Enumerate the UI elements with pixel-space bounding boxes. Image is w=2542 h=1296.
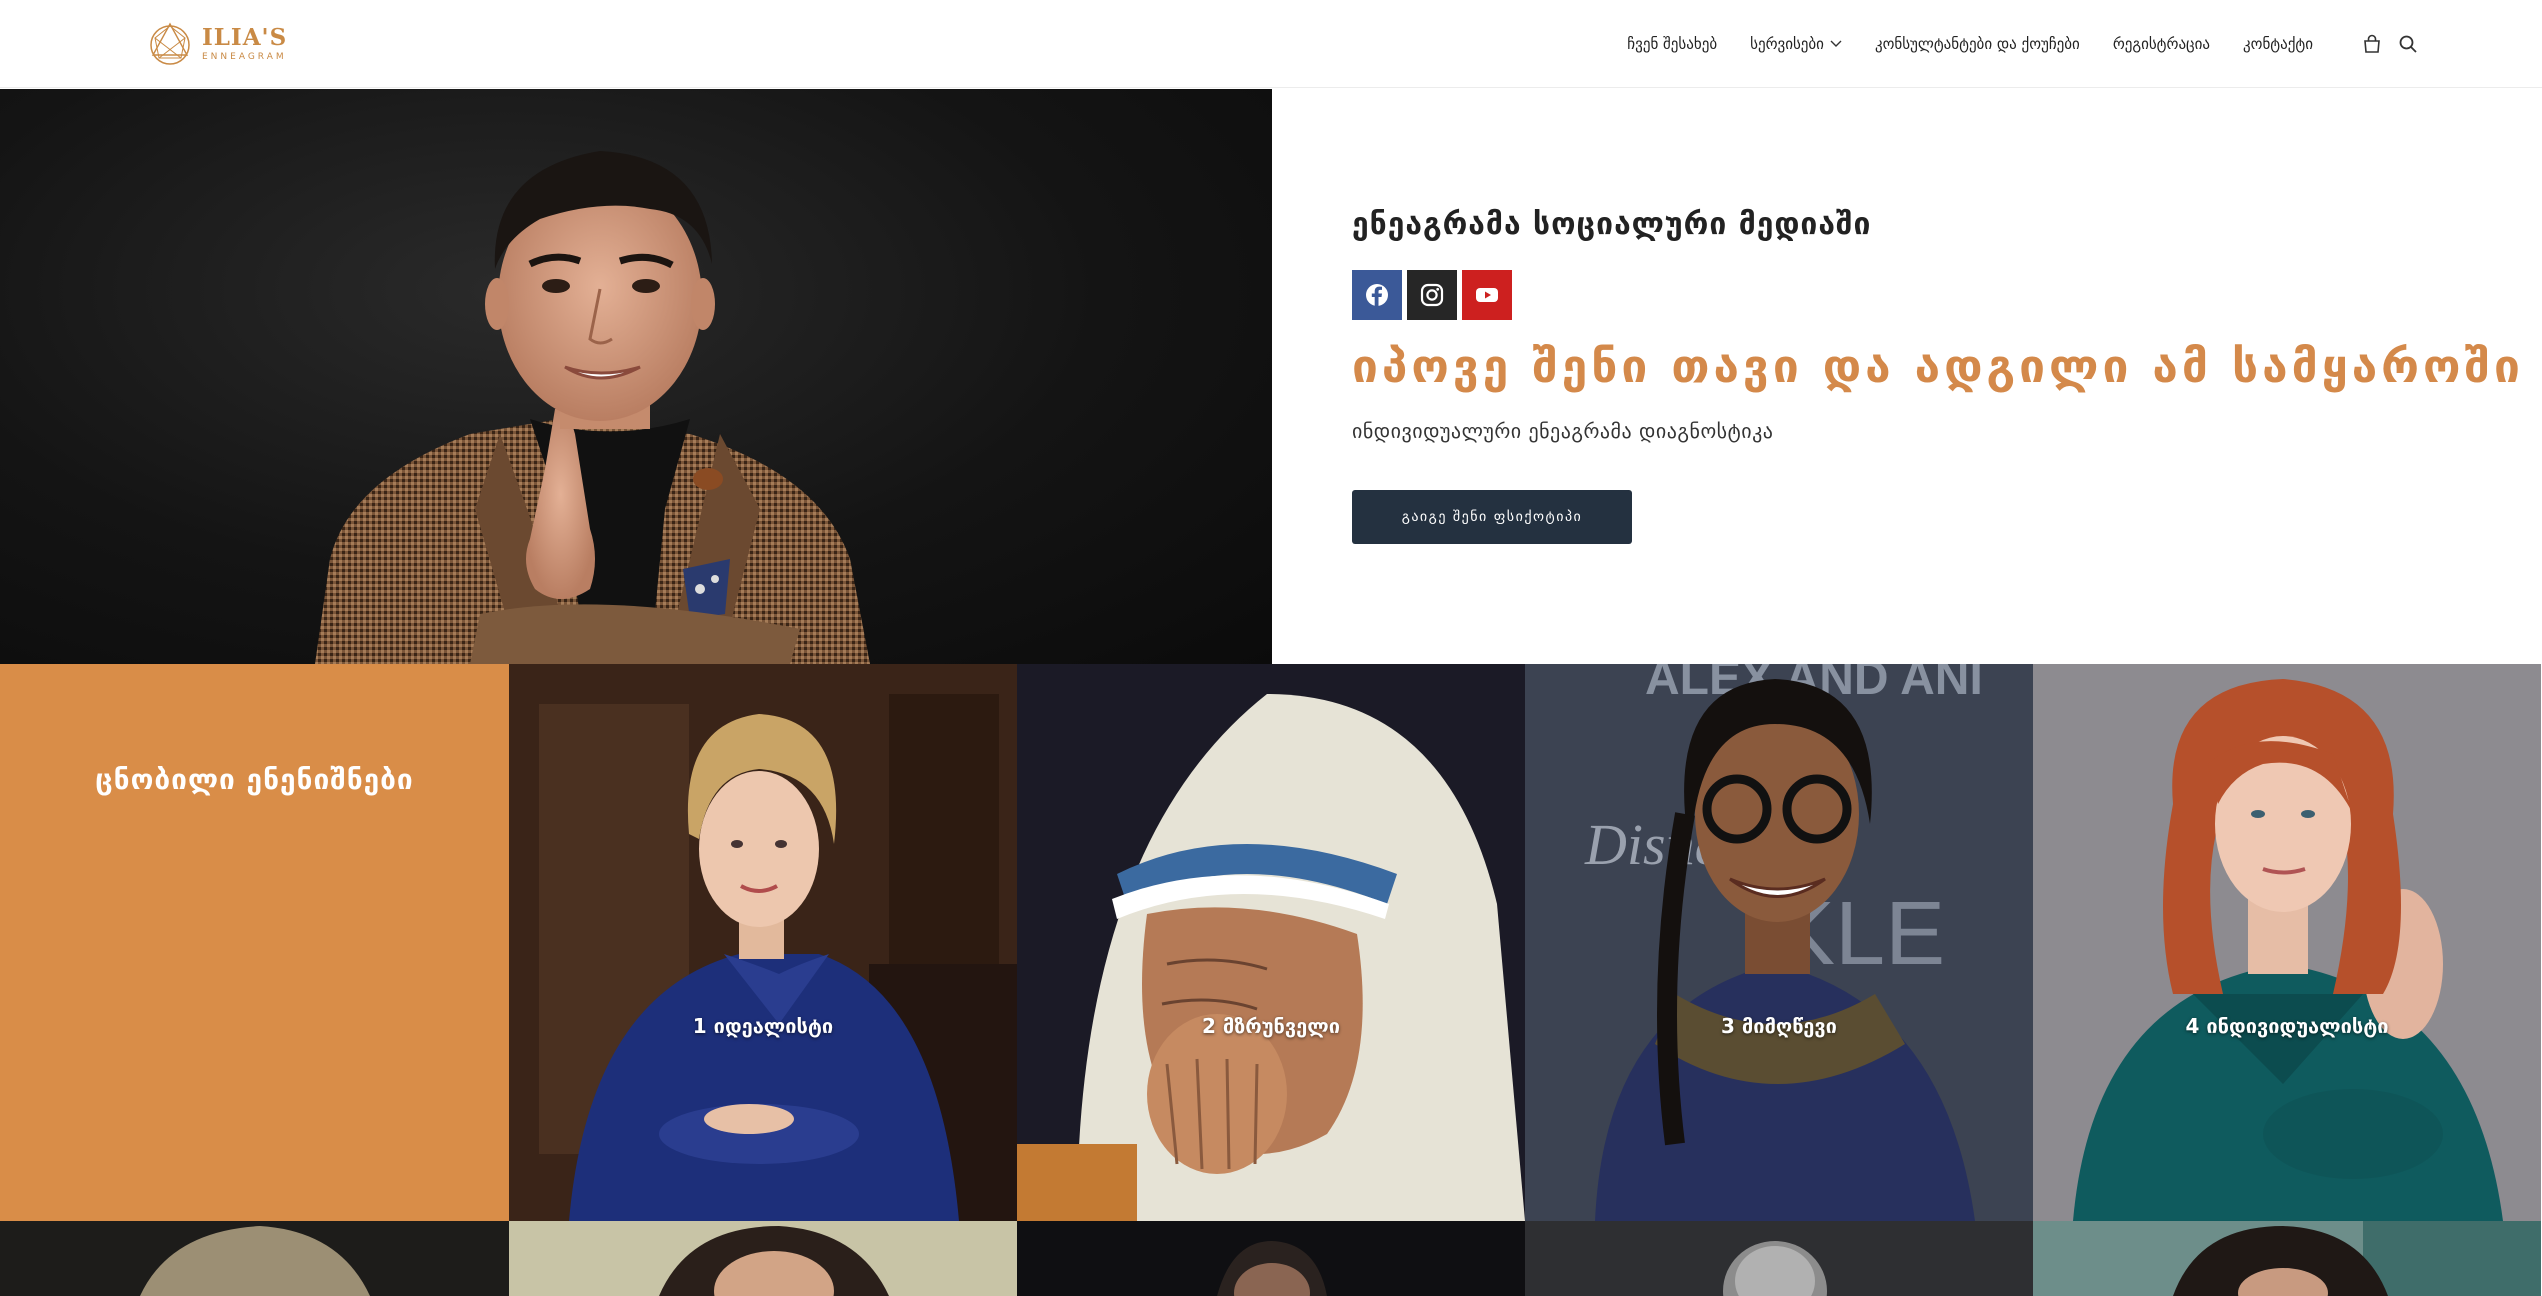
type-card-6-photo[interactable] [509, 1221, 1017, 1296]
site-logo[interactable]: ILIA'S ENNEAGRAM [146, 18, 287, 70]
instagram-icon [1420, 283, 1444, 307]
hero-content: ენეაგრამა სოციალური მედიაში იპოვე შენი თ… [1272, 89, 2542, 664]
famous-types-title: ცნობილი ენენიშნები [95, 763, 414, 796]
famous-title-panel: ცნობილი ენენიშნები [0, 664, 509, 1221]
youtube-icon [1476, 288, 1498, 302]
chevron-down-icon [1830, 40, 1842, 47]
social-links [1352, 270, 1512, 320]
type-card-3[interactable]: ALEX AND ANI Disney KLE 3 მიმღწევი [1525, 664, 2033, 1221]
social-media-title: ენეაგრამა სოციალური მედიაში [1352, 207, 1872, 242]
type-card-5-photo[interactable] [0, 1221, 509, 1296]
portrait-illustration [315, 151, 870, 664]
type-2-photo [1017, 664, 1525, 1221]
type-card-2-label: 2 მზრუნველი [1201, 1014, 1341, 1038]
type-card-1-label: 1 იდეალისტი [692, 1014, 834, 1038]
youtube-button[interactable] [1462, 270, 1512, 320]
enneagram-logo-icon [150, 22, 190, 65]
hero-headline: იპოვე შენი თავი და ადგილი ამ სამყაროში [1352, 339, 2524, 393]
instagram-button[interactable] [1407, 270, 1457, 320]
logo-title: ILIA'S [202, 24, 288, 51]
nav-contact[interactable]: კონტაქტი [2243, 35, 2313, 53]
type-card-2[interactable]: 2 მზრუნველი [1017, 664, 1525, 1221]
find-psychotype-button[interactable]: გაიგე შენი ფსიქოტიპი [1352, 490, 1632, 544]
nav-about[interactable]: ჩვენ შესახებ [1627, 35, 1717, 53]
hero-portrait-image [0, 89, 1272, 664]
nav-services-label: სერვისები [1750, 35, 1824, 53]
search-icon[interactable] [2397, 33, 2419, 55]
famous-types-section: ცნობილი ენენიშნები 1 იდეალისტი 2 მზრუნვე… [0, 664, 2542, 1221]
nav-services[interactable]: სერვისები [1750, 35, 1842, 53]
nav-registration[interactable]: რეგისტრაცია [2113, 35, 2210, 53]
logo-subtitle: ENNEAGRAM [202, 52, 287, 62]
type-card-4[interactable]: 4 ინდივიდუალისტი [2033, 664, 2541, 1221]
type-card-8-photo[interactable] [1525, 1221, 2033, 1296]
nav-consultants[interactable]: კონსულტანტები და ქოუჩები [1875, 35, 2080, 53]
type-card-9-photo[interactable] [2033, 1221, 2541, 1296]
type-card-3-label: 3 მიმღწევი [1721, 1014, 1837, 1038]
facebook-icon [1366, 284, 1388, 306]
type-4-photo [2033, 664, 2541, 1221]
famous-types-row-2 [0, 1221, 2542, 1296]
type-3-photo: ALEX AND ANI Disney KLE [1525, 664, 2033, 1221]
cart-icon[interactable] [2361, 33, 2383, 55]
type-card-4-label: 4 ინდივიდუალისტი [2185, 1014, 2389, 1038]
type-card-1[interactable]: 1 იდეალისტი [509, 664, 1017, 1221]
main-nav: ჩვენ შესახებ სერვისები კონსულტანტები და … [1627, 0, 2542, 88]
facebook-button[interactable] [1352, 270, 1402, 320]
site-header: ILIA'S ENNEAGRAM ჩვენ შესახებ სერვისები … [0, 0, 2542, 88]
hero-subtitle: ინდივიდუალური ენეაგრამა დიაგნოსტიკა [1352, 419, 1774, 443]
type-1-photo [509, 664, 1017, 1221]
type-card-7-photo[interactable] [1017, 1221, 1525, 1296]
